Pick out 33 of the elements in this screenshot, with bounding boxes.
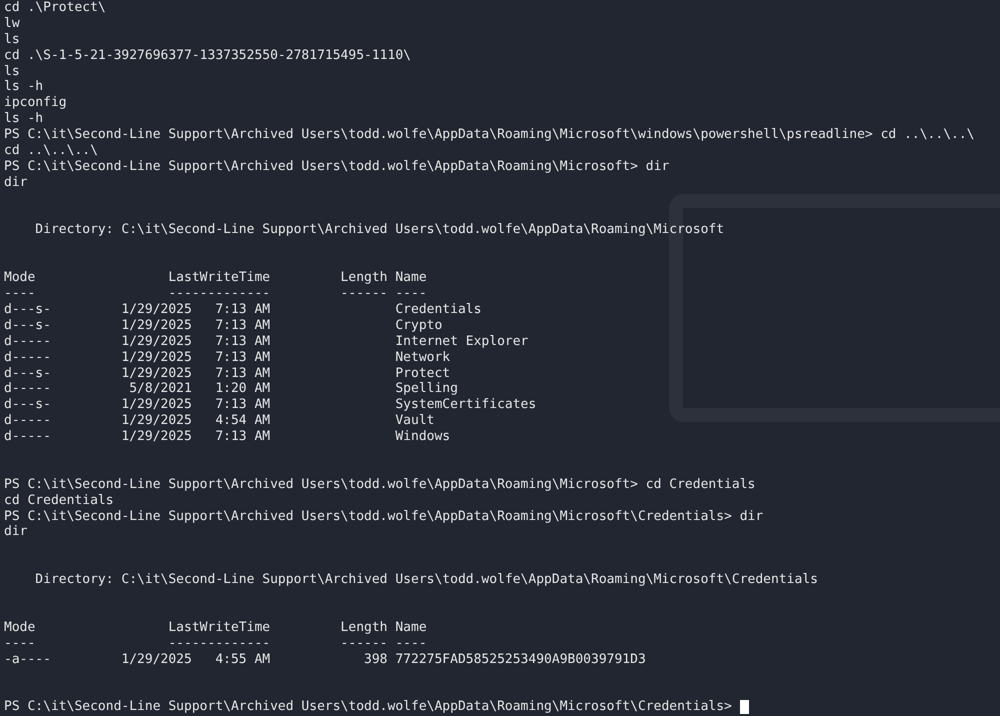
- terminal-line: d----- 1/29/2025 4:54 AM Vault: [4, 413, 434, 430]
- terminal-line: cd ..\..\..\: [4, 143, 98, 159]
- terminal-line: d---s- 1/29/2025 7:13 AM SystemCertificates: [4, 397, 536, 414]
- terminal-line: cd Credentials: [4, 492, 114, 509]
- terminal-line: d---s- 1/29/2025 7:13 AM Crypto: [4, 318, 442, 334]
- terminal-line: Mode LastWriteTime Length Name: [4, 620, 427, 636]
- terminal-line: PS C:\it\Second-Line Support\Archived Users\todd.wolfe\AppData\Roaming\Microsoft\Credentials> dir: [4, 508, 764, 524]
- terminal-line: ls -h: [4, 111, 44, 128]
- terminal-line: ---- ------------- ------ ----: [4, 636, 427, 652]
- terminal-line: cd .\S-1-5-21-3927696377-1337352550-2781715495-1110\: [4, 48, 411, 64]
- terminal-line: ---- ------------- ------ ----: [4, 286, 427, 302]
- terminal-line: dir: [4, 524, 28, 540]
- terminal-line: lw: [4, 16, 20, 32]
- terminal-line: cd .\Protect\: [4, 0, 106, 16]
- terminal-line: d---s- 1/29/2025 7:13 AM Credentials: [4, 302, 482, 318]
- terminal-line: Directory: C:\it\Second-Line Support\Archived Users\todd.wolfe\AppData\Roaming\Microsoft: [34, 222, 724, 238]
- terminal-line: d----- 1/29/2025 7:13 AM Internet Explorer: [4, 334, 528, 350]
- terminal-line: ls: [4, 32, 20, 48]
- terminal-line: PS C:\it\Second-Line Support\Archived Users\todd.wolfe\AppData\Roaming\Microsoft> dir: [4, 158, 670, 175]
- terminal-line: d----- 5/8/2021 1:20 AM Spelling: [4, 381, 458, 398]
- terminal-line: Mode LastWriteTime Length Name: [4, 270, 427, 286]
- terminal-line: PS C:\it\Second-Line Support\Archived Users\todd.wolfe\AppData\Roaming\Microsoft\Credentials>: [4, 699, 733, 716]
- terminal-line: ls: [4, 64, 20, 80]
- terminal-line: d---s- 1/29/2025 7:13 AM Protect: [4, 366, 450, 382]
- terminal-line: ipconfig: [4, 95, 67, 112]
- terminal-line: PS C:\it\Second-Line Support\Archived Users\todd.wolfe\AppData\Roaming\Microsoft> cd Credentials: [4, 476, 756, 493]
- terminal-line: -a---- 1/29/2025 4:55 AM 398 772275FAD58525253490A9B0039791D3: [4, 652, 646, 668]
- terminal-line: Directory: C:\it\Second-Line Support\Archived Users\todd.wolfe\AppData\Roaming\Microsoft\Credentials: [34, 572, 818, 588]
- terminal-line: d----- 1/29/2025 7:13 AM Network: [4, 350, 450, 366]
- terminal-line: PS C:\it\Second-Line Support\Archived Users\todd.wolfe\AppData\Roaming\Microsoft\windows\powershell\psreadline> cd ..\..\..\: [4, 127, 975, 144]
- terminal-line: dir: [4, 174, 28, 191]
- terminal-line: ls -h: [4, 79, 44, 96]
- terminal-line: d----- 1/29/2025 7:13 AM Windows: [4, 429, 450, 445]
